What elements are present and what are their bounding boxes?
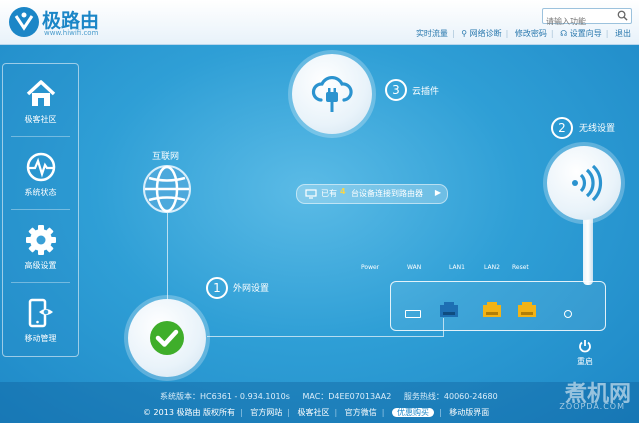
- router-antenna: [583, 215, 593, 285]
- footer-link-mobile-version[interactable]: 移动版界面: [449, 408, 489, 417]
- nav-realtime-traffic[interactable]: 实时流量: [416, 28, 448, 39]
- port-label-reset: Reset: [512, 264, 529, 271]
- play-arrow-icon: ▶: [434, 188, 441, 197]
- footer-link-discount-purchase[interactable]: 优惠购买: [392, 408, 434, 417]
- status-suffix: 台设备连接到路由器: [351, 189, 423, 198]
- logo-icon: [9, 7, 39, 37]
- sidebar-item-label: 极客社区: [24, 115, 57, 124]
- footer-info: 系统版本：HC6361 - 0.934.1010s MAC：D4EE07013A…: [160, 391, 508, 402]
- router-illustration: [390, 281, 606, 331]
- cloud-plug-icon: [311, 75, 353, 112]
- connector-line: [207, 336, 443, 337]
- step-1-label[interactable]: 外网设置: [233, 281, 269, 294]
- top-bar: 极路由 www.hiwifi.com 实时流量| ⚲ 网络诊断| 修改密码| ☊…: [0, 0, 639, 45]
- sidebar-item-label: 移动管理: [24, 334, 57, 343]
- search-input[interactable]: [543, 14, 617, 29]
- copyright: © 2013 极路由 版权所有: [143, 408, 235, 417]
- sidebar-item-label: 高级设置: [24, 261, 57, 270]
- port-label-wan: WAN: [407, 264, 422, 271]
- step-2-badge: 2: [551, 117, 573, 139]
- header-nav: 实时流量 | ⚲ 网络诊断 | 修改密码 | ☊ 设置向导 | 退出: [415, 28, 631, 39]
- connector-line: [167, 212, 168, 304]
- wan-settings-button[interactable]: [128, 299, 206, 377]
- sidebar-item-mobile-management[interactable]: 移动管理: [3, 283, 78, 353]
- mac-address: MAC：D4EE07013AA2: [302, 392, 392, 401]
- footer-link-geek-community[interactable]: 极客社区: [298, 408, 330, 417]
- sidebar-item-label: 系统状态: [24, 188, 57, 197]
- nav-network-diagnose[interactable]: 网络诊断: [470, 28, 502, 39]
- power-port: [405, 310, 421, 318]
- sidebar: 极客社区 系统状态 高级设置 移动管理: [2, 63, 79, 357]
- nav-logout[interactable]: 退出: [615, 28, 631, 39]
- step-2-label[interactable]: 无线设置: [579, 121, 615, 134]
- setup-wizard-icon: ☊: [560, 29, 568, 38]
- globe-icon: [143, 165, 191, 213]
- footer-link-wechat[interactable]: 官方微信: [345, 408, 377, 417]
- heartbeat-icon: [26, 152, 56, 182]
- lan2-port-icon[interactable]: [515, 302, 539, 320]
- footer-links: © 2013 极路由 版权所有 | 官方网站 | 极客社区 | 官方微信 | 优惠购买 |…: [143, 408, 490, 417]
- nav-change-password[interactable]: 修改密码: [515, 28, 547, 39]
- sidebar-item-geek-community[interactable]: 极客社区: [3, 64, 78, 134]
- device-count: 4: [340, 187, 346, 196]
- gear-icon: [26, 225, 56, 255]
- step-3-badge: 3: [385, 79, 407, 101]
- sidebar-item-system-status[interactable]: 系统状态: [3, 137, 78, 207]
- port-label-power: Power: [361, 264, 380, 271]
- mobile-icon: [28, 298, 53, 328]
- connected-devices-status[interactable]: 已有 4 台设备连接到路由器 ▶: [296, 184, 448, 204]
- internet-label: 互联网: [152, 152, 180, 162]
- search-icon[interactable]: [617, 10, 628, 21]
- brand-url: www.hiwifi.com: [44, 29, 99, 37]
- system-version: 系统版本：HC6361 - 0.934.1010s: [160, 392, 290, 401]
- home-icon: [26, 80, 56, 106]
- cloud-plugin-button[interactable]: [292, 54, 372, 134]
- power-icon[interactable]: [578, 339, 592, 353]
- service-hotline: 服务热线：40060-24680: [403, 392, 498, 401]
- step-1-badge: 1: [206, 277, 228, 299]
- checkmark-icon: [150, 321, 184, 355]
- watermark-url: ZOOPDA.COM: [559, 402, 625, 411]
- search-box[interactable]: [542, 8, 632, 29]
- port-label-lan2: LAN2: [484, 264, 500, 271]
- network-diagnose-icon: ⚲: [461, 29, 468, 38]
- wifi-signal-icon: [572, 164, 603, 202]
- step-3-label[interactable]: 云插件: [412, 84, 439, 97]
- footer-link-official-site[interactable]: 官方网站: [250, 408, 282, 417]
- nav-setup-wizard[interactable]: 设置向导: [570, 28, 602, 39]
- wan-port-icon[interactable]: [437, 302, 461, 320]
- reset-pinhole: [564, 310, 572, 318]
- port-label-lan1: LAN1: [449, 264, 465, 271]
- status-prefix: 已有: [321, 189, 337, 198]
- wireless-settings-button[interactable]: [547, 146, 621, 220]
- reboot-label[interactable]: 重启: [577, 356, 593, 367]
- lan1-port-icon[interactable]: [480, 302, 504, 320]
- sidebar-item-advanced-settings[interactable]: 高级设置: [3, 210, 78, 280]
- monitor-icon: [305, 189, 317, 199]
